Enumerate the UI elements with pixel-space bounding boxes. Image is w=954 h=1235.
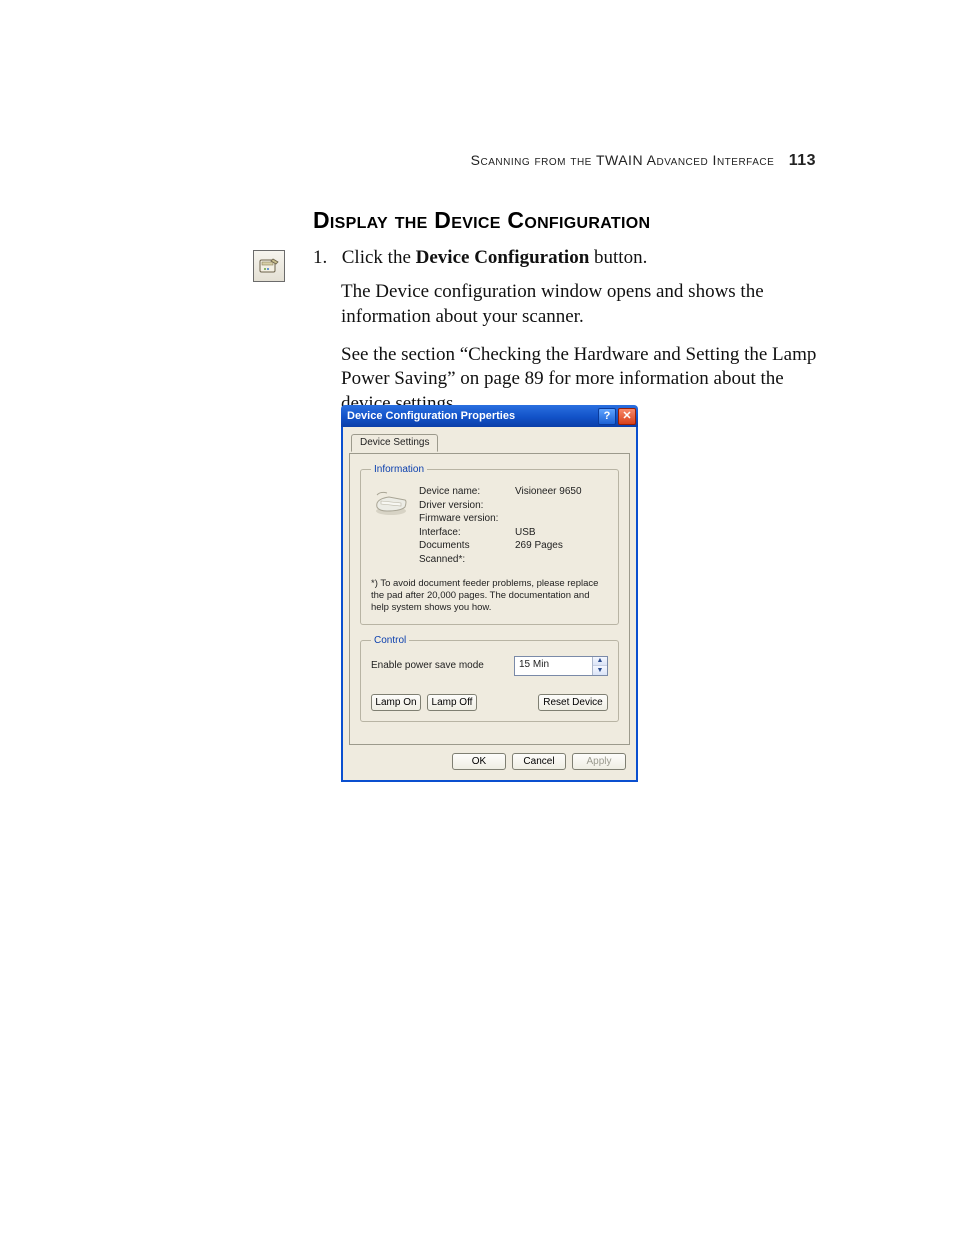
tab-device-settings[interactable]: Device Settings — [351, 434, 438, 452]
information-group: Information Device name:Visioneer 9650 — [360, 464, 619, 625]
dialog-titlebar: Device Configuration Properties ? ✕ — [341, 405, 638, 427]
chevron-down-icon: ▼ — [597, 667, 604, 674]
body-text: 1. Click the Device Configuration button… — [313, 246, 821, 430]
reset-device-button[interactable]: Reset Device — [538, 694, 608, 711]
titlebar-close-button[interactable]: ✕ — [618, 408, 636, 425]
device-config-dialog: Device Configuration Properties ? ✕ Devi… — [341, 405, 638, 782]
step-paragraph-2: The Device configuration window opens an… — [341, 280, 821, 329]
info-key: Interface: — [419, 526, 515, 540]
info-key: Documents Scanned*: — [419, 539, 515, 566]
power-save-spinner[interactable]: 15 Min ▲ ▼ — [514, 656, 608, 676]
spinner-down-button[interactable]: ▼ — [593, 666, 607, 675]
chevron-up-icon: ▲ — [597, 657, 604, 664]
info-value — [515, 499, 608, 513]
step-number: 1. — [313, 246, 337, 270]
lamp-off-button[interactable]: Lamp Off — [427, 694, 477, 711]
information-legend: Information — [371, 464, 427, 475]
running-header-text: Scanning from the TWAIN Advanced Interfa… — [471, 152, 775, 168]
power-save-label: Enable power save mode — [371, 660, 484, 671]
device-config-margin-icon — [253, 250, 285, 282]
info-key: Firmware version: — [419, 512, 515, 526]
information-table: Device name:Visioneer 9650 Driver versio… — [419, 485, 608, 566]
info-value: 269 Pages — [515, 539, 608, 566]
dialog-footer: OK Cancel Apply — [349, 745, 630, 772]
apply-button[interactable]: Apply — [572, 753, 626, 770]
scanner-icon — [371, 485, 419, 566]
cancel-button[interactable]: Cancel — [512, 753, 566, 770]
section-heading: Display the Device Configuration — [313, 207, 650, 234]
information-footnote: *) To avoid document feeder problems, pl… — [371, 578, 608, 614]
step-text-suffix: button. — [589, 247, 647, 268]
power-save-value: 15 Min — [515, 657, 592, 675]
step-text-prefix: Click the — [342, 247, 416, 268]
ok-button[interactable]: OK — [452, 753, 506, 770]
info-key: Driver version: — [419, 499, 515, 513]
control-legend: Control — [371, 635, 409, 646]
help-icon: ? — [604, 410, 611, 422]
close-icon: ✕ — [622, 409, 631, 422]
running-header: Scanning from the TWAIN Advanced Interfa… — [471, 152, 816, 170]
info-key: Device name: — [419, 485, 515, 499]
titlebar-help-button[interactable]: ? — [598, 408, 616, 425]
spinner-up-button[interactable]: ▲ — [593, 657, 607, 667]
control-group: Control Enable power save mode 15 Min ▲ … — [360, 635, 619, 722]
dialog-title: Device Configuration Properties — [347, 410, 596, 422]
step-text-bold: Device Configuration — [416, 247, 590, 268]
info-value: Visioneer 9650 — [515, 485, 608, 499]
info-value — [515, 512, 608, 526]
info-value: USB — [515, 526, 608, 540]
lamp-on-button[interactable]: Lamp On — [371, 694, 421, 711]
tab-strip: Device Settings — [349, 433, 630, 454]
page-number: 113 — [789, 152, 816, 169]
